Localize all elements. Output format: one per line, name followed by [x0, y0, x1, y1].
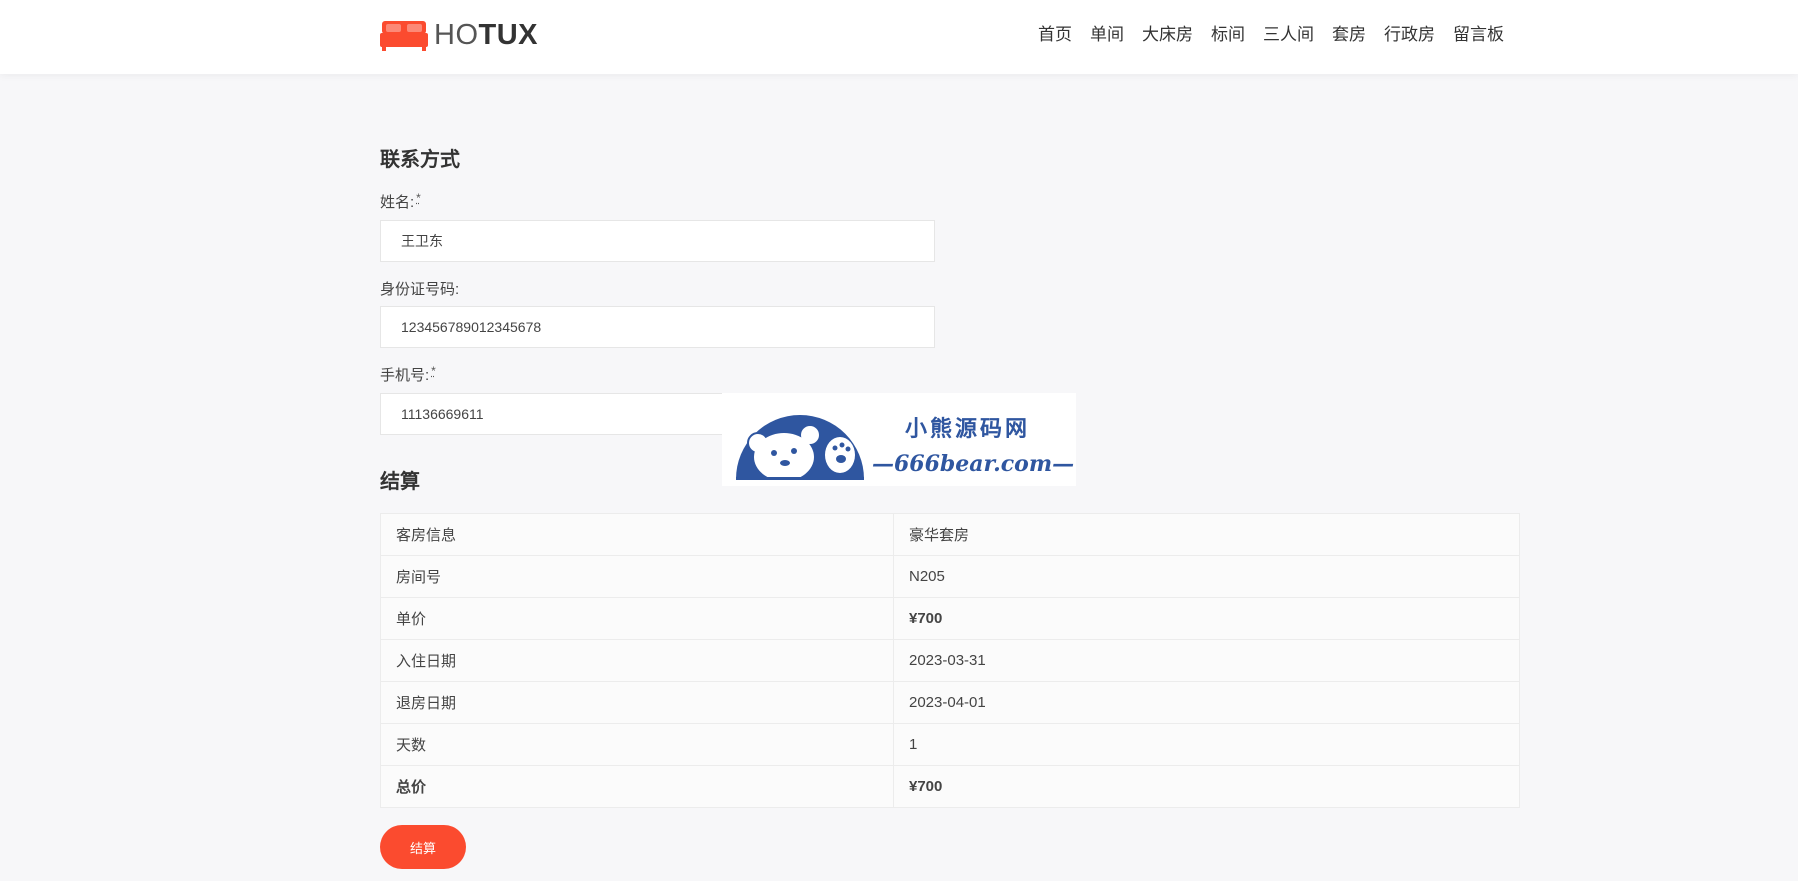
id-number-label: 身份证号码: [380, 281, 460, 298]
unit-price-value: ¥700 [893, 597, 1520, 640]
nav-message-board[interactable]: 留言板 [1453, 20, 1504, 50]
row-label: 天数 [380, 723, 894, 766]
row-label: 房间号 [380, 555, 894, 598]
table-row: 退房日期 2023-04-01 [380, 681, 1520, 724]
site-header: HOTUX 首页 单间 大床房 标间 三人间 套房 行政房 留言板 [0, 0, 1798, 74]
table-row: 房间号 N205 [380, 555, 1520, 598]
nav-executive-room[interactable]: 行政房 [1384, 20, 1435, 50]
nav-king-room[interactable]: 大床房 [1142, 20, 1193, 50]
name-input[interactable] [380, 220, 935, 262]
days-value: 1 [893, 723, 1520, 766]
watermark: 小熊源码网 —666bear.com— [722, 393, 1076, 486]
required-marker: * [416, 191, 421, 205]
table-row: 入住日期 2023-03-31 [380, 639, 1520, 682]
name-label: 姓名: * [380, 191, 421, 211]
table-row: 总价 ¥700 [380, 765, 1520, 808]
nav-home[interactable]: 首页 [1038, 20, 1072, 50]
logo-wordmark: HOTUX [434, 19, 538, 51]
row-label: 总价 [380, 765, 894, 808]
bed-icon [380, 21, 428, 51]
contact-section-title: 联系方式 [380, 149, 460, 171]
row-label: 单价 [380, 597, 894, 640]
table-row: 客房信息 豪华套房 [380, 513, 1520, 556]
bear-logo-icon [736, 415, 864, 481]
nav-suite[interactable]: 套房 [1332, 20, 1366, 50]
table-row: 单价 ¥700 [380, 597, 1520, 640]
row-label: 入住日期 [380, 639, 894, 682]
checkout-button[interactable]: 结算 [380, 825, 466, 869]
table-row: 天数 1 [380, 723, 1520, 766]
required-marker: * [431, 364, 436, 378]
nav-triple-room[interactable]: 三人间 [1263, 20, 1314, 50]
site-logo[interactable]: HOTUX [380, 18, 538, 52]
row-label: 退房日期 [380, 681, 894, 724]
nav-single-room[interactable]: 单间 [1090, 20, 1124, 50]
watermark-en-text: —666bear.com— [872, 451, 1075, 477]
check-in-date-value: 2023-03-31 [893, 639, 1520, 682]
id-number-input[interactable] [380, 306, 935, 348]
nav-standard-room[interactable]: 标间 [1211, 20, 1245, 50]
main-nav: 首页 单间 大床房 标间 三人间 套房 行政房 留言板 [1020, 20, 1504, 50]
room-info-value: 豪华套房 [893, 513, 1520, 556]
row-label: 客房信息 [380, 513, 894, 556]
total-price-value: ¥700 [893, 765, 1520, 808]
room-number-value: N205 [893, 555, 1520, 598]
checkout-summary-table: 客房信息 豪华套房 房间号 N205 单价 ¥700 入住日期 2023-03-… [380, 513, 1520, 808]
checkout-section-title: 结算 [380, 471, 420, 493]
watermark-cn-text: 小熊源码网 [905, 416, 1031, 442]
check-out-date-value: 2023-04-01 [893, 681, 1520, 724]
phone-label: 手机号: * [380, 364, 436, 384]
